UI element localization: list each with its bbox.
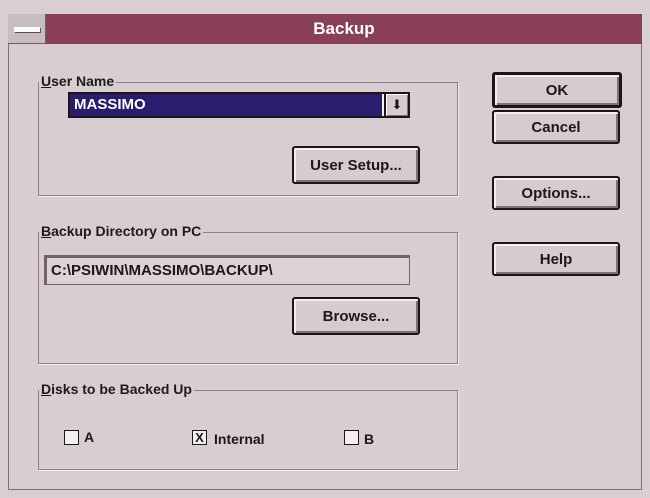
disk-b-label: B xyxy=(364,431,375,447)
user-setup-button[interactable]: User Setup... xyxy=(292,146,420,184)
disk-a-checkbox[interactable] xyxy=(64,430,79,445)
backup-directory-legend: Backup Directory on PC xyxy=(39,223,204,239)
ok-button[interactable]: OK xyxy=(492,72,622,108)
title-bar[interactable]: Backup xyxy=(8,14,642,44)
help-button[interactable]: Help xyxy=(492,242,620,276)
dropdown-arrow-icon[interactable]: ⬇ xyxy=(384,94,408,116)
options-button[interactable]: Options... xyxy=(492,176,620,210)
disks-legend: Disks to be Backed Up xyxy=(39,381,194,397)
disk-a-label: A xyxy=(84,429,95,445)
browse-button[interactable]: Browse... xyxy=(292,297,420,335)
disk-internal-label: Internal xyxy=(214,431,265,447)
system-menu-icon xyxy=(14,27,40,32)
user-name-dropdown[interactable]: MASSIMO ⬇ xyxy=(68,92,410,118)
system-menu-button[interactable] xyxy=(8,14,46,44)
backup-directory-field[interactable]: C:\PSIWIN\MASSIMO\BACKUP\ xyxy=(44,255,410,285)
dialog-title: Backup xyxy=(313,19,375,38)
cancel-button[interactable]: Cancel xyxy=(492,110,620,144)
disks-group: Disks to be Backed Up xyxy=(38,381,458,470)
disk-internal-checkbox[interactable]: X xyxy=(192,430,207,445)
user-name-value: MASSIMO xyxy=(70,94,382,116)
user-name-legend: User Name xyxy=(39,73,117,89)
disk-b-checkbox[interactable] xyxy=(344,430,359,445)
